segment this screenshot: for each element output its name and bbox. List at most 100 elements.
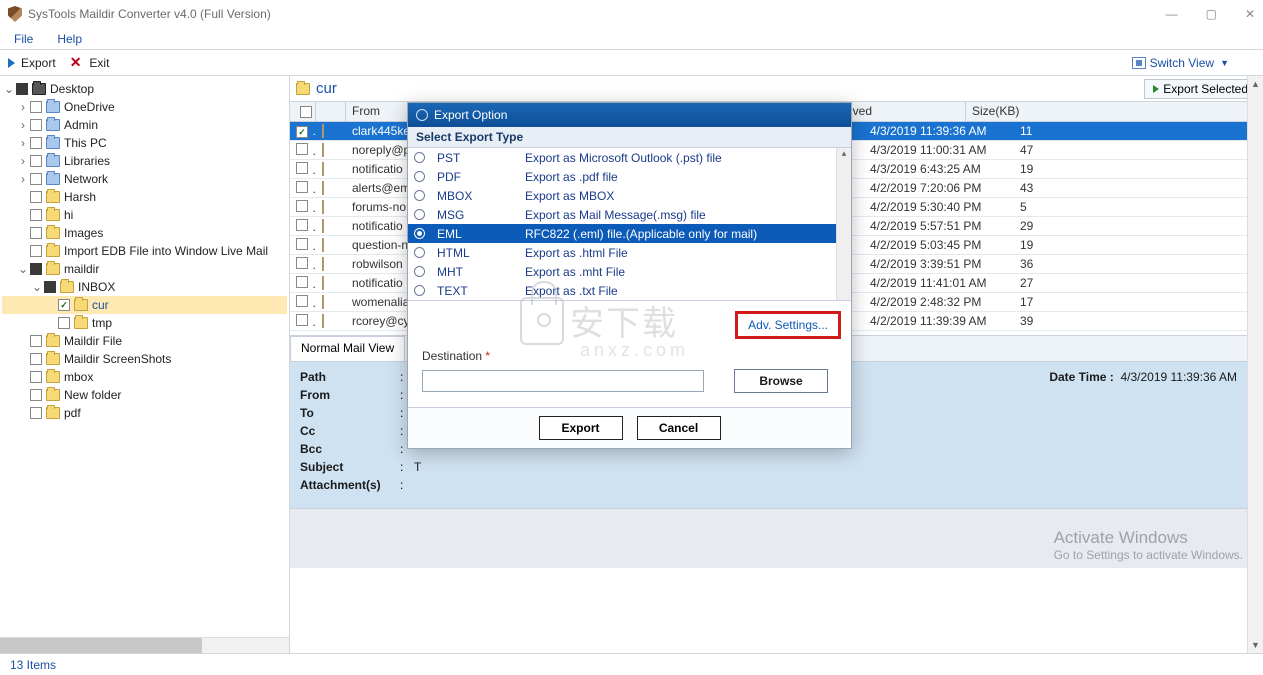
toolbar: Export ✕ Exit Switch View ▼ bbox=[0, 50, 1263, 76]
close-button[interactable]: ✕ bbox=[1245, 7, 1255, 21]
minimize-button[interactable]: — bbox=[1166, 7, 1178, 21]
app-shield-icon bbox=[8, 6, 22, 22]
export-type-option[interactable]: HTMLExport as .html File bbox=[408, 243, 851, 262]
radio-icon bbox=[414, 247, 425, 258]
tree-inbox[interactable]: ⌄INBOX bbox=[2, 278, 287, 296]
detail-path-label: Path bbox=[300, 370, 400, 384]
browse-button[interactable]: Browse bbox=[734, 369, 828, 393]
tree-hscrollbar[interactable] bbox=[0, 637, 289, 653]
tree-libraries[interactable]: ›Libraries bbox=[2, 152, 287, 170]
activate-sub: Go to Settings to activate Windows. bbox=[1054, 548, 1243, 562]
detail-to-label: To bbox=[300, 406, 400, 420]
cancel-button[interactable]: Cancel bbox=[637, 416, 721, 440]
radio-icon bbox=[414, 266, 425, 277]
tree-admin[interactable]: ›Admin bbox=[2, 116, 287, 134]
envelope-icon bbox=[322, 314, 324, 328]
export-type-option[interactable]: PSTExport as Microsoft Outlook (.pst) fi… bbox=[408, 148, 851, 167]
radio-icon bbox=[414, 285, 425, 296]
maximize-button[interactable]: ▢ bbox=[1206, 7, 1217, 21]
toolbar-spacer-icon bbox=[1237, 54, 1255, 72]
envelope-icon bbox=[322, 257, 324, 271]
tree-thispc[interactable]: ›This PC bbox=[2, 134, 287, 152]
tree-hi[interactable]: hi bbox=[2, 206, 287, 224]
dialog-titlebar[interactable]: Export Option bbox=[408, 103, 851, 127]
toolbar-exit[interactable]: Exit bbox=[89, 56, 109, 70]
menu-help[interactable]: Help bbox=[57, 32, 82, 46]
right-vscrollbar[interactable]: ▲▼ bbox=[1247, 76, 1263, 653]
export-arrow-icon bbox=[1153, 85, 1159, 93]
menubar: File Help bbox=[0, 28, 1263, 50]
menu-file[interactable]: File bbox=[14, 32, 33, 46]
toolbar-export[interactable]: Export bbox=[21, 56, 56, 70]
detail-from-label: From bbox=[300, 388, 400, 402]
folder-header: cur Export Selected bbox=[290, 76, 1263, 102]
export-type-option[interactable]: MSGExport as Mail Message(.msg) file bbox=[408, 205, 851, 224]
window-controls: — ▢ ✕ bbox=[1166, 7, 1255, 21]
destination-label: Destination * bbox=[422, 349, 490, 363]
folder-name: cur bbox=[316, 80, 337, 97]
export-icon bbox=[8, 58, 15, 68]
tree-newfolder[interactable]: New folder bbox=[2, 386, 287, 404]
envelope-icon bbox=[322, 143, 324, 157]
detail-subject-value: T bbox=[414, 460, 421, 474]
tree-cur[interactable]: cur bbox=[2, 296, 287, 314]
envelope-icon bbox=[322, 181, 324, 195]
window-title: SysTools Maildir Converter v4.0 (Full Ve… bbox=[28, 7, 271, 21]
chevron-down-icon[interactable]: ▼ bbox=[1220, 58, 1229, 68]
radio-icon bbox=[414, 190, 425, 201]
envelope-icon bbox=[322, 295, 324, 309]
tree-harsh[interactable]: Harsh bbox=[2, 188, 287, 206]
options-vscrollbar[interactable]: ▴ bbox=[836, 148, 851, 300]
export-type-option[interactable]: EMLRFC822 (.eml) file.(Applicable only f… bbox=[408, 224, 851, 243]
export-type-option[interactable]: MBOXExport as MBOX bbox=[408, 186, 851, 205]
tree-maildir-file[interactable]: Maildir File bbox=[2, 332, 287, 350]
dialog-title: Export Option bbox=[434, 108, 507, 122]
dialog-subheader: Select Export Type bbox=[408, 127, 851, 148]
tree-desktop[interactable]: ⌄Desktop bbox=[2, 80, 287, 98]
tree-maildir-ss[interactable]: Maildir ScreenShots bbox=[2, 350, 287, 368]
export-type-option[interactable]: PDFExport as .pdf file bbox=[408, 167, 851, 186]
col-icon bbox=[316, 102, 346, 121]
export-button[interactable]: Export bbox=[539, 416, 623, 440]
status-items: 13 Items bbox=[10, 658, 56, 672]
tree-mbox[interactable]: mbox bbox=[2, 368, 287, 386]
envelope-icon bbox=[322, 124, 324, 138]
detail-subject-label: Subject bbox=[300, 460, 400, 474]
activate-windows-note: Activate Windows Go to Settings to activ… bbox=[1054, 528, 1243, 562]
envelope-icon bbox=[322, 238, 324, 252]
bottom-gray-area: Activate Windows Go to Settings to activ… bbox=[290, 508, 1263, 568]
detail-cc-label: Cc bbox=[300, 424, 400, 438]
export-option-dialog: Export Option Select Export Type PSTExpo… bbox=[407, 102, 852, 449]
detail-bcc-label: Bcc bbox=[300, 442, 400, 456]
exit-icon: ✕ bbox=[70, 54, 82, 71]
tree-network[interactable]: ›Network bbox=[2, 170, 287, 188]
col-checkbox[interactable] bbox=[290, 102, 316, 121]
col-size[interactable]: Size(KB) bbox=[966, 102, 1263, 121]
folder-icon bbox=[296, 83, 310, 95]
toolbar-switch-view[interactable]: Switch View bbox=[1150, 56, 1214, 70]
activate-heading: Activate Windows bbox=[1054, 528, 1243, 548]
envelope-icon bbox=[322, 276, 324, 290]
tab-normal-mail-view[interactable]: Normal Mail View bbox=[290, 336, 405, 361]
gear-icon bbox=[416, 109, 428, 121]
detail-attach-label: Attachment(s) bbox=[300, 478, 400, 492]
detail-datetime-label: Date Time : bbox=[1049, 370, 1113, 384]
statusbar: 13 Items bbox=[0, 653, 1263, 675]
tree-pdf[interactable]: pdf bbox=[2, 404, 287, 422]
export-selected-button[interactable]: Export Selected bbox=[1144, 79, 1257, 99]
titlebar: SysTools Maildir Converter v4.0 (Full Ve… bbox=[0, 0, 1263, 28]
export-selected-label: Export Selected bbox=[1163, 82, 1248, 96]
radio-icon bbox=[414, 152, 425, 163]
tree-tmp[interactable]: tmp bbox=[2, 314, 287, 332]
tree-images[interactable]: Images bbox=[2, 224, 287, 242]
tree-import-edb[interactable]: Import EDB File into Window Live Mail bbox=[2, 242, 287, 260]
tree-maildir[interactable]: ⌄maildir bbox=[2, 260, 287, 278]
tree-pane: ⌄Desktop ›OneDrive ›Admin ›This PC ›Libr… bbox=[0, 76, 290, 653]
envelope-icon bbox=[322, 200, 324, 214]
export-type-option[interactable]: TEXTExport as .txt File bbox=[408, 281, 851, 300]
tree-onedrive[interactable]: ›OneDrive bbox=[2, 98, 287, 116]
radio-icon bbox=[414, 171, 425, 182]
adv-settings-button[interactable]: Adv. Settings... bbox=[735, 311, 841, 339]
export-type-option[interactable]: MHTExport as .mht File bbox=[408, 262, 851, 281]
destination-input[interactable] bbox=[422, 370, 704, 392]
